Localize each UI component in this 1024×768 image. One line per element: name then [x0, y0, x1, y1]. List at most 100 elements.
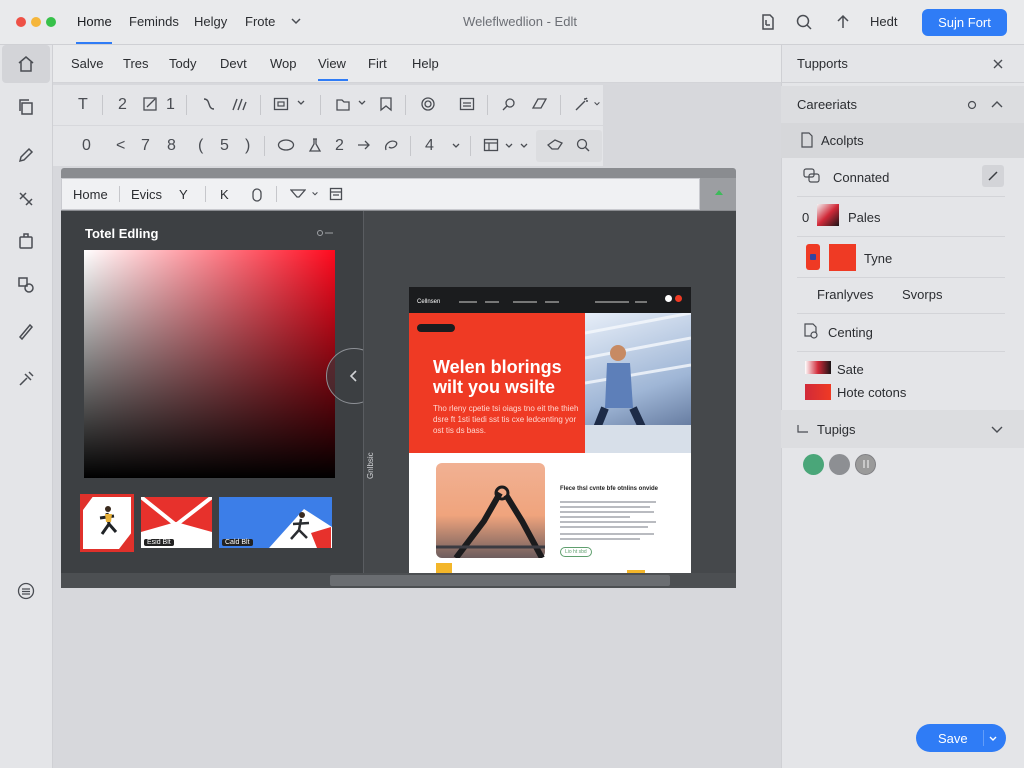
arrow-right-icon[interactable] — [357, 139, 371, 151]
chevron-down-icon[interactable] — [311, 190, 319, 198]
nav-tab-feminds[interactable]: Feminds — [129, 14, 179, 29]
color-swatch-custom[interactable] — [855, 454, 876, 475]
line-width-tool[interactable]: 1 — [166, 96, 175, 114]
pin-icon[interactable] — [501, 96, 517, 112]
color-swatch-green[interactable] — [803, 454, 824, 475]
option-franlyves[interactable]: Franlyves — [817, 287, 873, 302]
tyne-swatch[interactable] — [829, 244, 856, 271]
flask-icon[interactable] — [307, 137, 323, 153]
zoom-icon[interactable] — [575, 137, 591, 153]
breadcrumb-home[interactable]: Home — [73, 187, 108, 202]
value-seven-tool[interactable]: 7 — [141, 137, 150, 155]
menu-salve[interactable]: Salve — [71, 56, 104, 71]
document-icon[interactable] — [758, 12, 778, 32]
pales-swatch[interactable] — [817, 204, 839, 226]
frame-icon[interactable] — [273, 96, 289, 112]
webpage-preview[interactable]: Cellnsen Welen blorings wilt you wsilte … — [409, 287, 691, 573]
pen-icon[interactable] — [2, 136, 50, 174]
value-four-tool[interactable]: 4 — [425, 137, 434, 155]
menu-tody[interactable]: Tody — [169, 56, 196, 71]
sate-swatch[interactable] — [805, 361, 831, 374]
shapes-icon[interactable] — [2, 266, 50, 304]
wand-icon[interactable] — [574, 96, 590, 112]
value-two-tool[interactable]: 2 — [335, 137, 344, 155]
option-svorps[interactable]: Svorps — [902, 287, 942, 302]
chevron-down-icon[interactable] — [593, 100, 601, 108]
text-tool[interactable]: T — [78, 96, 88, 114]
ellipse-icon[interactable] — [277, 138, 295, 152]
hote-cotons-swatch[interactable] — [805, 384, 831, 400]
curve-icon[interactable] — [201, 96, 217, 112]
table-icon[interactable] — [483, 138, 499, 152]
color-picker-gradient[interactable] — [84, 250, 335, 478]
thumbnail-selected[interactable] — [80, 494, 134, 552]
menu-icon[interactable] — [2, 572, 50, 610]
thumbnail-runner[interactable]: Cald Blt — [219, 497, 332, 548]
close-icon[interactable] — [992, 58, 1004, 70]
value-five-tool[interactable]: 5 — [220, 137, 229, 155]
bookmark-icon[interactable] — [378, 96, 394, 112]
menu-tres[interactable]: Tres — [123, 56, 149, 71]
open-paren-tool[interactable]: ( — [198, 137, 203, 155]
search-icon[interactable] — [794, 12, 814, 32]
tools-icon[interactable] — [2, 360, 50, 398]
minimize-window-button[interactable] — [31, 17, 41, 27]
copy-icon[interactable] — [2, 88, 50, 126]
chevron-down-icon[interactable] — [357, 98, 367, 108]
export-icon[interactable] — [335, 96, 351, 112]
thumbnail-envelope[interactable]: Esid Blt — [141, 497, 212, 548]
fingerprint-icon[interactable] — [420, 96, 436, 112]
nav-tab-helgy[interactable]: Helgy — [194, 14, 227, 29]
attach-icon[interactable] — [250, 187, 264, 203]
edit-connected-button[interactable] — [982, 165, 1004, 187]
breadcrumb-y[interactable]: Y — [179, 187, 188, 202]
chevron-down-icon[interactable] — [296, 98, 306, 108]
chevron-down-icon[interactable] — [451, 141, 461, 151]
value-eight-tool[interactable]: 8 — [167, 137, 176, 155]
nav-tab-frote[interactable]: Frote — [245, 14, 275, 29]
chevron-down-icon[interactable] — [990, 424, 1004, 434]
row-acolpts[interactable] — [781, 123, 1024, 158]
close-paren-tool[interactable]: ) — [245, 137, 250, 155]
arrow-up-icon[interactable] — [833, 12, 853, 32]
menu-help[interactable]: Help — [412, 56, 439, 71]
chevron-down-icon[interactable] — [504, 141, 514, 151]
chevron-down-icon[interactable] — [519, 141, 529, 151]
layers-icon[interactable] — [2, 222, 50, 260]
tyne-swatch-small[interactable] — [806, 244, 820, 270]
close-window-button[interactable] — [16, 17, 26, 27]
maximize-window-button[interactable] — [46, 17, 56, 27]
speech-bubble-icon[interactable] — [546, 137, 564, 153]
eraser-icon[interactable] — [530, 96, 548, 112]
signup-button[interactable]: Sujn Fort — [922, 9, 1007, 36]
chevron-up-icon[interactable] — [990, 99, 1004, 109]
nav-tab-home[interactable]: Home — [77, 14, 112, 29]
breadcrumb-evics[interactable]: Evics — [131, 187, 162, 202]
lasso-icon[interactable] — [383, 138, 399, 154]
settings-icon[interactable] — [966, 99, 978, 111]
menu-view[interactable]: View — [318, 56, 346, 71]
pencil-icon[interactable] — [2, 312, 50, 350]
menu-wop[interactable]: Wop — [270, 56, 297, 71]
triangle-up-icon[interactable] — [714, 188, 724, 196]
panel-icon[interactable] — [329, 187, 343, 201]
image-icon[interactable] — [459, 96, 475, 112]
value-zero-tool[interactable]: 0 — [82, 137, 91, 155]
crop-icon[interactable] — [2, 180, 50, 218]
filter-icon[interactable] — [290, 188, 306, 200]
chevron-down-icon[interactable] — [988, 735, 998, 743]
edit-icon[interactable] — [143, 96, 159, 112]
save-button[interactable]: Save — [916, 724, 1006, 752]
size-tool[interactable]: 2 — [118, 96, 127, 114]
options-icon[interactable] — [316, 229, 336, 237]
menu-firt[interactable]: Firt — [368, 56, 387, 71]
chevron-down-icon[interactable] — [290, 14, 302, 28]
breadcrumb-k[interactable]: K — [220, 187, 229, 202]
previous-tool[interactable]: < — [116, 137, 125, 155]
canvas-scrollbar-thumb[interactable] — [330, 575, 670, 586]
color-swatch-gray[interactable] — [829, 454, 850, 475]
home-icon[interactable] — [2, 45, 50, 83]
help-button[interactable]: Hedt — [870, 14, 897, 29]
brush-icon[interactable] — [230, 96, 248, 112]
menu-devt[interactable]: Devt — [220, 56, 247, 71]
